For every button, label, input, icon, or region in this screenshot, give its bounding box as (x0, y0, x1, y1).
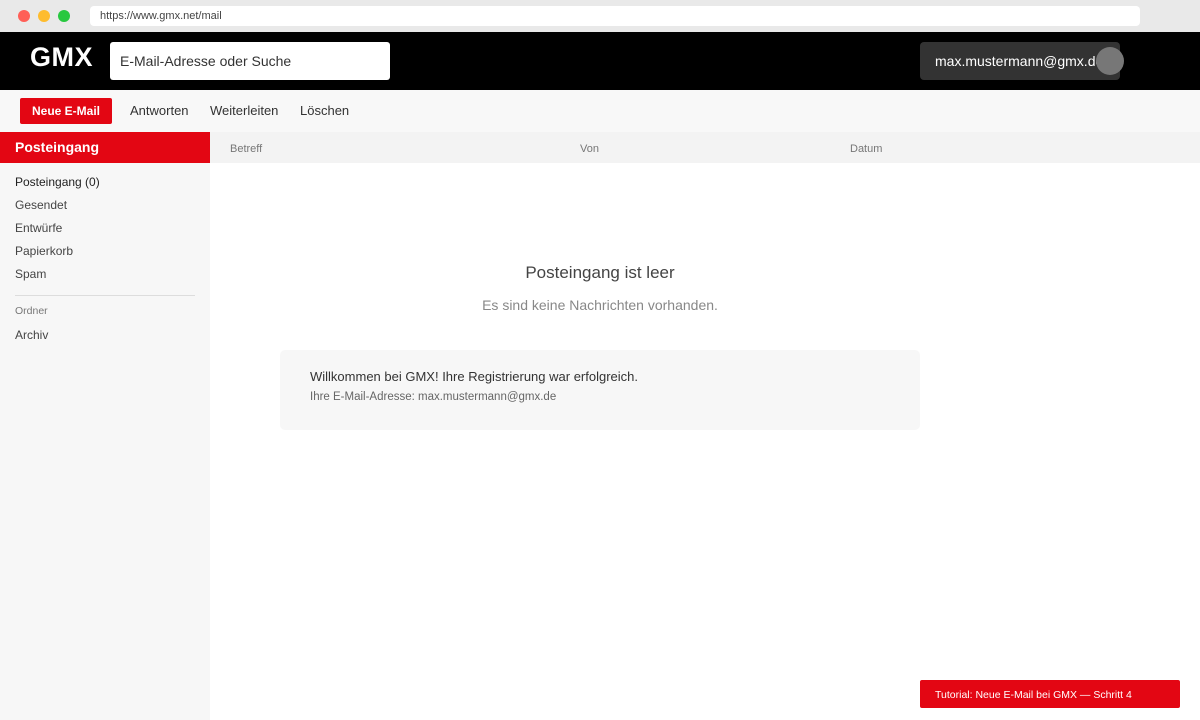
gmx-logo[interactable]: GMX (30, 42, 93, 73)
sidebar-item-spam[interactable]: Spam (15, 267, 46, 281)
reply-button[interactable]: Antworten (130, 90, 189, 132)
browser-chrome: https://www.gmx.net/mail (0, 0, 1200, 32)
close-window-dot-icon[interactable] (18, 10, 30, 22)
sidebar-item-archive[interactable]: Archiv (15, 328, 48, 342)
search-input[interactable] (110, 42, 390, 80)
column-subject[interactable]: Betreff (230, 132, 262, 166)
mail-toolbar: Neue E-Mail Antworten Weiterleiten Lösch… (0, 90, 1200, 132)
empty-inbox-subtitle: Es sind keine Nachrichten vorhanden. (482, 297, 718, 313)
welcome-title: Willkommen bei GMX! Ihre Registrierung w… (310, 369, 638, 384)
welcome-email-info: Ihre E-Mail-Adresse: max.mustermann@gmx.… (310, 391, 557, 403)
maximize-window-dot-icon[interactable] (58, 10, 70, 22)
new-email-button[interactable]: Neue E-Mail (20, 98, 112, 124)
welcome-card: Willkommen bei GMX! Ihre Registrierung w… (280, 350, 920, 430)
delete-button[interactable]: Löschen (300, 90, 349, 132)
account-email: max.mustermann@gmx.de (935, 53, 1104, 69)
minimize-window-dot-icon[interactable] (38, 10, 50, 22)
sidebar-item-drafts[interactable]: Entwürfe (15, 221, 62, 235)
sidebar-item-inbox[interactable]: Posteingang (0) (15, 175, 100, 189)
sidebar-item-sent[interactable]: Gesendet (15, 198, 67, 212)
sidebar-divider (15, 295, 195, 296)
sidebar-section-title: Ordner (15, 305, 48, 317)
message-list-header: Betreff Von Datum (210, 132, 1200, 163)
forward-button[interactable]: Weiterleiten (210, 90, 278, 132)
empty-inbox-title: Posteingang ist leer (525, 263, 675, 282)
sidebar: Posteingang Posteingang (0) Gesendet Ent… (0, 132, 210, 720)
avatar[interactable] (1096, 47, 1124, 75)
column-date[interactable]: Datum (850, 132, 882, 166)
sidebar-header[interactable]: Posteingang (0, 132, 210, 163)
column-from[interactable]: Von (580, 132, 599, 166)
account-menu[interactable]: max.mustermann@gmx.de (920, 42, 1124, 80)
tutorial-badge: Tutorial: Neue E-Mail bei GMX — Schritt … (920, 680, 1180, 708)
app-header: GMX max.mustermann@gmx.de (0, 32, 1200, 90)
address-bar[interactable]: https://www.gmx.net/mail (90, 6, 1140, 26)
sidebar-item-trash[interactable]: Papierkorb (15, 244, 73, 258)
